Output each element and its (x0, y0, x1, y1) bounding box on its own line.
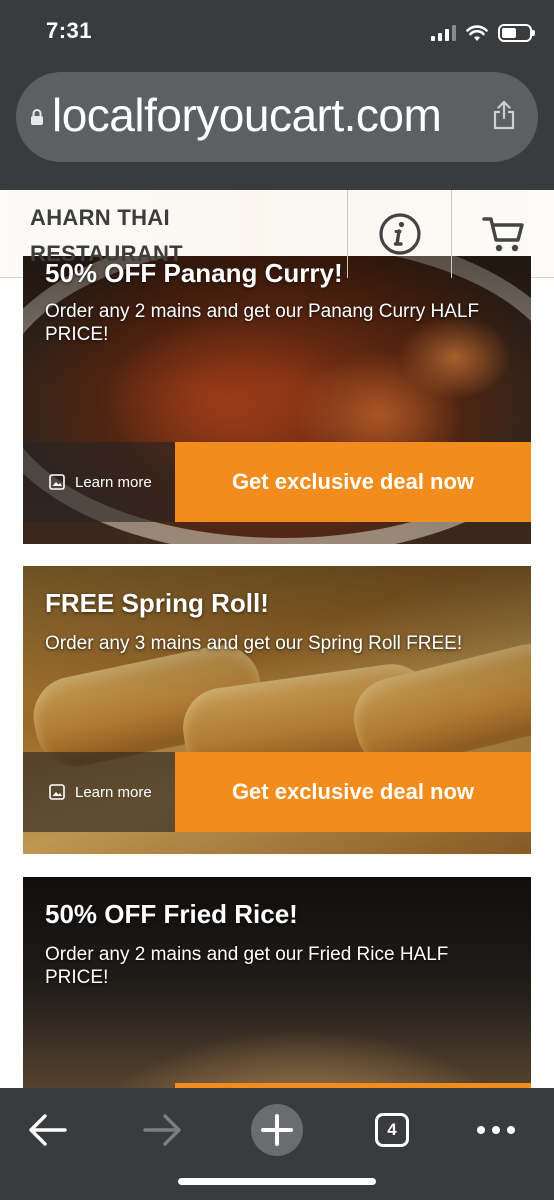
get-deal-button[interactable]: Get exclusive deal now (175, 442, 531, 522)
site-header: AHARN THAI RESTAURANT (0, 190, 554, 278)
wifi-icon (466, 25, 488, 41)
arrow-left-icon (29, 1114, 67, 1146)
restaurant-name-line2: RESTAURANT (30, 241, 183, 266)
tabs-button[interactable]: 4 (362, 1098, 422, 1162)
learn-more-link[interactable]: Learn more (23, 752, 175, 832)
deal-description: Order any 3 mains and get our Spring Rol… (45, 633, 463, 654)
arrow-right-icon (143, 1114, 181, 1146)
more-icon (477, 1126, 515, 1134)
image-icon (49, 784, 65, 800)
battery-icon (498, 24, 535, 42)
cellular-signal-icon (431, 25, 456, 41)
forward-button[interactable] (132, 1098, 192, 1162)
deal-description: Order any 2 mains and get our Fried Rice… (45, 944, 449, 988)
back-button[interactable] (18, 1098, 78, 1162)
restaurant-name[interactable]: AHARN THAI RESTAURANT (30, 200, 330, 272)
image-icon (49, 474, 65, 490)
url-text[interactable]: localforyoucart.com (52, 88, 442, 142)
status-icons (431, 20, 535, 46)
status-bar: 7:31 (0, 0, 554, 64)
learn-more-label: Learn more (75, 783, 152, 801)
home-indicator[interactable] (178, 1178, 376, 1185)
deal-card[interactable]: FREE Spring Roll! Order any 3 mains and … (23, 566, 531, 854)
cart-icon (481, 217, 524, 252)
address-bar[interactable]: localforyoucart.com (16, 72, 538, 162)
tab-count: 4 (375, 1113, 409, 1147)
new-tab-button[interactable] (247, 1098, 307, 1162)
more-menu-button[interactable] (466, 1098, 526, 1162)
info-icon (378, 213, 421, 255)
share-icon[interactable] (492, 100, 516, 130)
plus-icon (251, 1104, 303, 1156)
restaurant-name-line1: AHARN THAI (30, 205, 170, 230)
lock-icon (31, 109, 43, 125)
deal-description: Order any 2 mains and get our Panang Cur… (45, 301, 480, 345)
deal-card[interactable]: 50% OFF Panang Curry! Order any 2 mains … (23, 256, 531, 544)
learn-more-link[interactable]: Learn more (23, 442, 175, 522)
browser-top-bar: 7:31 localforyoucart.com (0, 0, 554, 190)
cart-button[interactable] (451, 190, 554, 278)
get-deal-button[interactable]: Get exclusive deal now (175, 752, 531, 832)
learn-more-label: Learn more (75, 473, 152, 491)
status-time: 7:31 (46, 18, 93, 43)
deal-title: 50% OFF Fried Rice! (45, 899, 298, 929)
deal-title: FREE Spring Roll! (45, 588, 269, 618)
info-button[interactable] (347, 190, 451, 278)
